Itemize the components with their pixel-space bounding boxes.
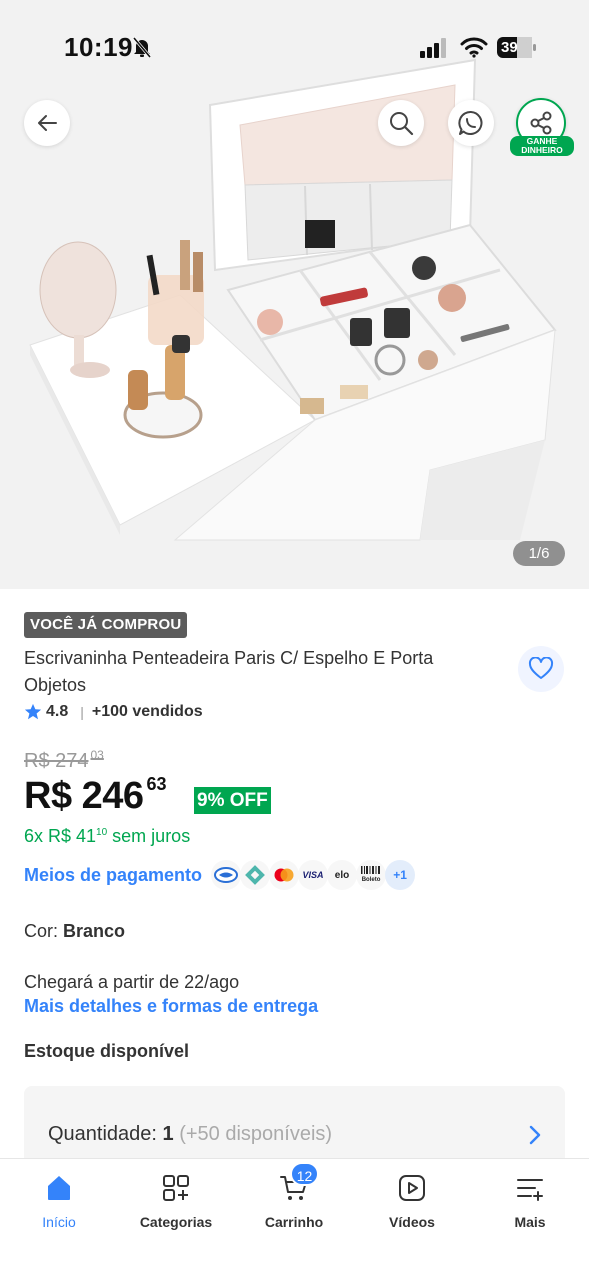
nav-more-label: Mais bbox=[514, 1214, 546, 1230]
product-title: Escrivaninha Penteadeira Paris C/ Espelh… bbox=[24, 648, 434, 695]
visa-label: VISA bbox=[302, 870, 324, 880]
rating-row[interactable]: 4.8 | +100 vendidos bbox=[24, 702, 203, 722]
video-icon bbox=[399, 1175, 425, 1201]
boleto-label: Boleto bbox=[361, 877, 381, 883]
old-price-cents: 03 bbox=[90, 748, 104, 762]
nav-home-label: Início bbox=[42, 1214, 76, 1230]
stock-status: Estoque disponível bbox=[24, 1041, 190, 1061]
quantity-label: Quantidade: bbox=[48, 1123, 163, 1145]
search-icon bbox=[390, 112, 414, 136]
status-time: 10:19 bbox=[64, 32, 133, 62]
whatsapp-icon bbox=[458, 111, 483, 135]
boleto-icon: Boleto bbox=[356, 860, 387, 890]
image-counter: 1/6 bbox=[513, 541, 565, 566]
installments-info: 6x R$ 4110 sem juros bbox=[24, 826, 190, 847]
home-icon bbox=[48, 1176, 70, 1200]
color-selector[interactable]: Cor: Branco bbox=[24, 921, 125, 942]
color-label: Cor: bbox=[24, 921, 64, 941]
cart-count-badge: 12 bbox=[290, 1162, 319, 1186]
nav-home[interactable]: Início bbox=[0, 1159, 118, 1239]
cellular-signal-icon bbox=[420, 38, 446, 58]
payment-methods-link[interactable]: Meios de pagamento bbox=[24, 865, 202, 886]
earn-money-badge[interactable]: GANHE DINHEIRO bbox=[510, 136, 574, 156]
price-main: R$ 246 bbox=[24, 775, 144, 817]
sold-count: +100 vendidos bbox=[91, 703, 203, 720]
price-cents: 63 bbox=[146, 774, 167, 794]
already-bought-tag: VOCÊ JÁ COMPROU bbox=[24, 612, 188, 638]
old-price-main: R$ 274 bbox=[24, 750, 89, 772]
favorite-button[interactable] bbox=[518, 646, 564, 692]
whatsapp-share-button[interactable] bbox=[448, 100, 494, 146]
color-value: Branco bbox=[63, 921, 126, 941]
nav-categories-label: Categorias bbox=[139, 1214, 213, 1230]
star-icon bbox=[24, 703, 42, 720]
quantity-available: (+50 disponíveis) bbox=[179, 1123, 333, 1145]
nav-cart-label: Carrinho bbox=[264, 1214, 324, 1230]
quantity-value: 1 bbox=[162, 1123, 174, 1145]
rating-value: 4.8 bbox=[46, 703, 69, 720]
nav-videos-label: Vídeos bbox=[389, 1214, 435, 1230]
wifi-icon bbox=[460, 37, 488, 58]
heart-icon bbox=[528, 657, 554, 679]
battery-indicator: 39 bbox=[497, 37, 537, 58]
nav-categories[interactable]: Categorias bbox=[117, 1159, 235, 1239]
pix-icon bbox=[240, 860, 271, 890]
back-button[interactable] bbox=[24, 100, 70, 146]
share-icon bbox=[530, 111, 552, 135]
installments-cents: 10 bbox=[96, 827, 108, 838]
chevron-right-icon bbox=[529, 1125, 541, 1145]
old-price: R$ 274 03 bbox=[24, 748, 104, 773]
delivery-estimate: Chegará a partir de 22/ago bbox=[24, 972, 240, 992]
installments-prefix: 6x R$ 41 bbox=[24, 826, 97, 846]
payment-methods-row[interactable]: Meios de pagamento VISA elo Boleto +1 bbox=[24, 858, 416, 892]
search-button[interactable] bbox=[378, 100, 424, 146]
rating-separator: | bbox=[80, 704, 84, 720]
categories-icon bbox=[163, 1175, 189, 1201]
nav-more[interactable]: Mais bbox=[471, 1159, 589, 1239]
quantity-label-row: Quantidade: 1 (+50 disponíveis) bbox=[48, 1123, 332, 1146]
delivery-details-link[interactable]: Mais detalhes e formas de entrega bbox=[24, 996, 318, 1017]
menu-plus-icon bbox=[517, 1179, 543, 1201]
battery-level: 39 bbox=[501, 39, 518, 56]
nav-videos[interactable]: Vídeos bbox=[353, 1159, 471, 1239]
discount-badge: 9% OFF bbox=[194, 787, 271, 814]
installments-suffix: sem juros bbox=[107, 826, 191, 846]
current-price: R$ 246 63 bbox=[24, 774, 167, 818]
visa-icon: VISA bbox=[298, 860, 329, 890]
back-arrow-icon bbox=[38, 115, 57, 131]
bell-muted-icon bbox=[132, 37, 152, 58]
elo-icon: elo bbox=[327, 860, 358, 890]
elo-label: elo bbox=[334, 869, 350, 881]
mastercard-icon bbox=[269, 860, 300, 890]
share-badge-line2: DINHEIRO bbox=[521, 145, 563, 155]
more-payment-methods[interactable]: +1 bbox=[385, 860, 416, 890]
mercado-pago-icon bbox=[211, 860, 242, 890]
status-bar: 10:19 39 bbox=[0, 0, 589, 96]
